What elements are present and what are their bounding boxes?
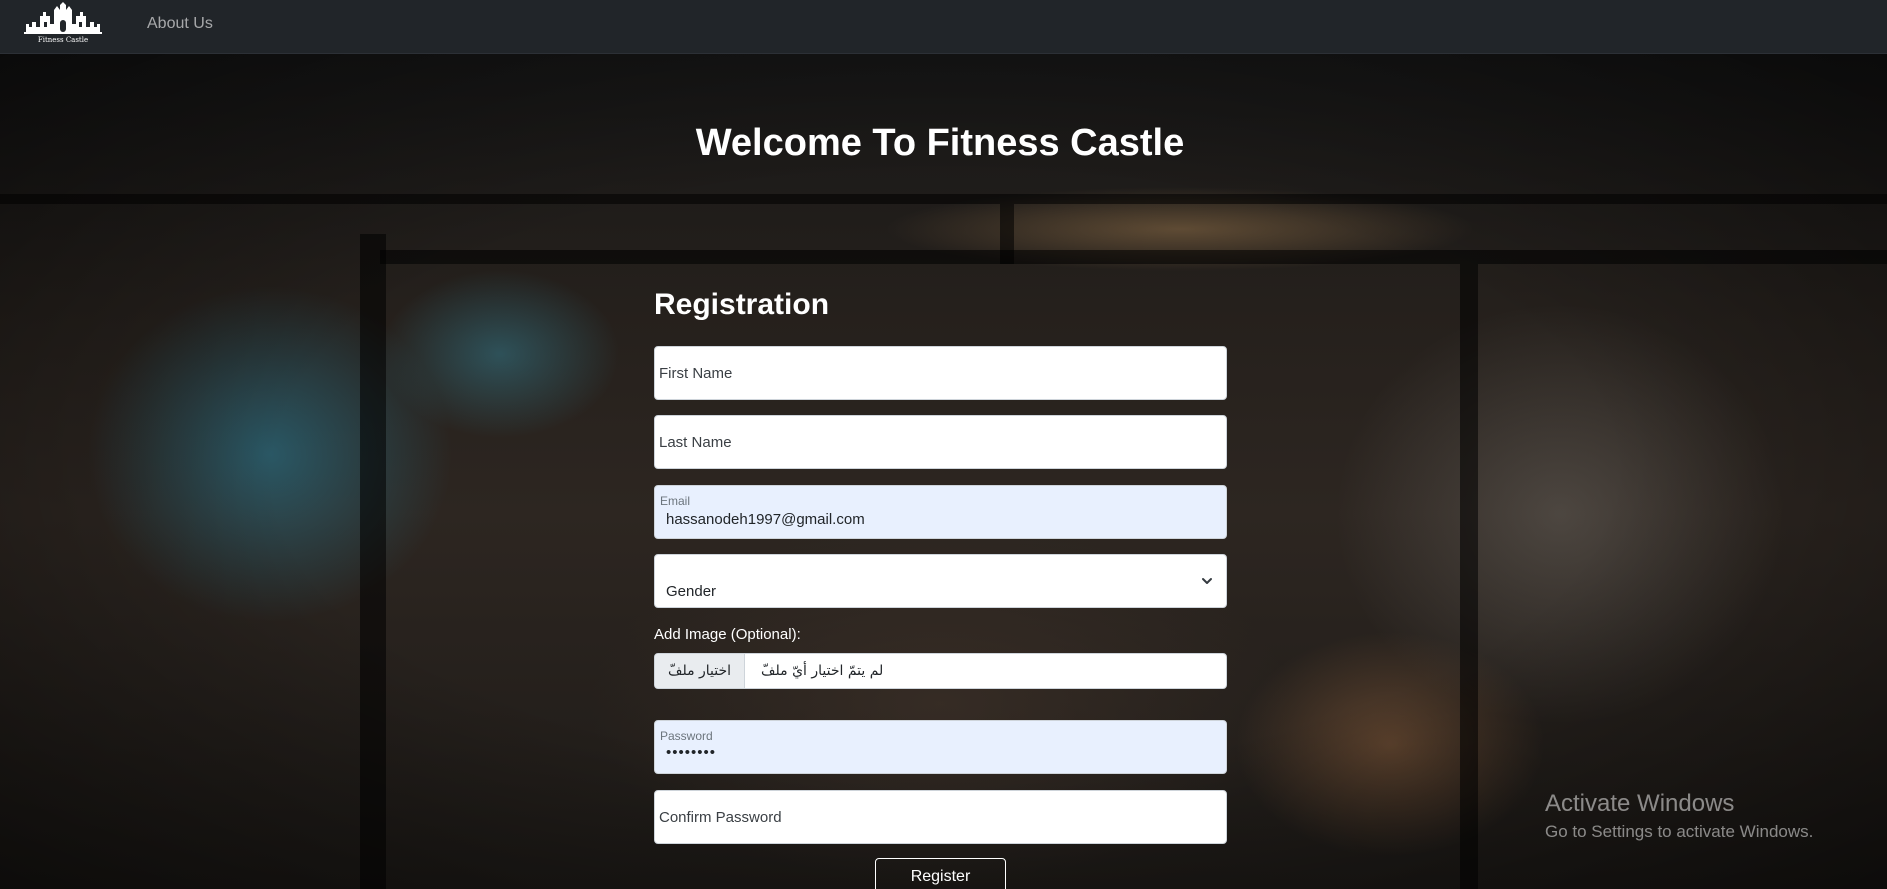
fitness-castle-logo[interactable]: Fitness Castle (24, 2, 102, 44)
gender-selected-value: Gender (666, 583, 717, 600)
navbar: Fitness Castle About Us (0, 0, 1887, 54)
welcome-heading: Welcome To Fitness Castle (695, 122, 1185, 164)
gender-select[interactable]: Gender (654, 554, 1227, 608)
register-button[interactable]: Register (875, 858, 1006, 889)
chevron-down-icon (1202, 578, 1212, 584)
password-field[interactable]: Password •••••••• (654, 720, 1227, 774)
email-label: Email (660, 494, 691, 508)
password-value: •••••••• (666, 744, 717, 761)
add-image-label: Add Image (Optional): (654, 626, 801, 643)
password-label: Password (660, 729, 713, 743)
nav-link-about-us[interactable]: About Us (147, 15, 213, 33)
registration-title: Registration (654, 288, 830, 321)
activate-windows-watermark: Activate Windows Go to Settings to activ… (1545, 790, 1813, 842)
castle-logo-icon: Fitness Castle (24, 2, 102, 44)
confirm-password-field[interactable] (654, 790, 1227, 844)
last-name-field[interactable] (654, 415, 1227, 469)
email-field[interactable]: Email hassanodeh1997@gmail.com (654, 485, 1227, 539)
confirm-password-input[interactable] (655, 791, 1226, 843)
watermark-subtitle: Go to Settings to activate Windows. (1545, 822, 1814, 841)
choose-file-button[interactable]: اختيار ملفّ (655, 654, 745, 688)
file-status-text: لم يتمّ اختيار أيّ ملفّ (761, 663, 884, 679)
first-name-field[interactable] (654, 346, 1227, 400)
email-value: hassanodeh1997@gmail.com (666, 511, 865, 528)
image-file-input[interactable]: اختيار ملفّ لم يتمّ اختيار أيّ ملفّ (654, 653, 1227, 689)
last-name-input[interactable] (655, 416, 1226, 468)
watermark-title: Activate Windows (1545, 790, 1735, 817)
svg-text:Fitness Castle: Fitness Castle (38, 36, 88, 44)
first-name-input[interactable] (655, 347, 1226, 399)
